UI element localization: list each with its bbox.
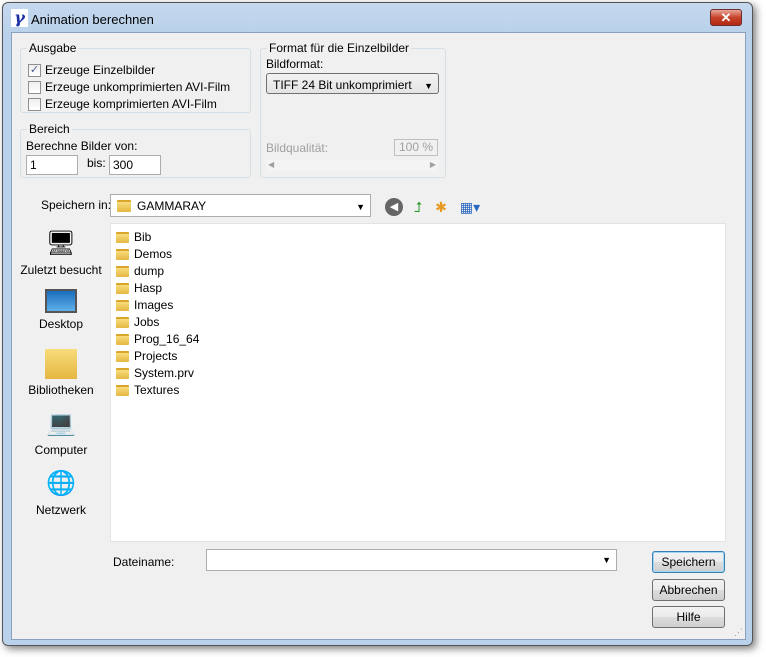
- format-group: Format für die Einzelbilder Bildformat: …: [260, 41, 446, 178]
- folder-icon: [116, 367, 129, 379]
- list-item[interactable]: Prog_16_64: [116, 332, 199, 346]
- file-name: Hasp: [134, 281, 163, 295]
- cancel-button[interactable]: Abbrechen: [652, 579, 725, 601]
- ausgabe-legend: Ausgabe: [29, 41, 77, 55]
- place-label: Zuletzt besucht: [20, 263, 102, 277]
- bildformat-value: TIFF 24 Bit unkomprimiert: [273, 78, 412, 92]
- folder-icon: [116, 299, 129, 311]
- computer-icon: 💻: [46, 410, 76, 437]
- file-name: System.prv: [134, 366, 195, 380]
- folder-icon: [116, 384, 129, 396]
- list-item[interactable]: Bib: [116, 230, 151, 244]
- checkbox-label: Erzeuge komprimierten AVI-Film: [45, 97, 217, 111]
- quality-label: Bildqualität:: [266, 141, 329, 155]
- folder-icon: [116, 282, 129, 294]
- bildformat-label: Bildformat:: [266, 57, 324, 71]
- folder-icon: [117, 200, 131, 212]
- checkbox-avi-uncompressed[interactable]: Erzeuge unkomprimierten AVI-Film: [28, 80, 230, 94]
- checkbox-label: Erzeuge Einzelbilder: [45, 63, 156, 77]
- checkbox-box[interactable]: [28, 80, 41, 94]
- list-item[interactable]: dump: [116, 264, 164, 278]
- checkbox-einzelbilder[interactable]: ✓ Erzeuge Einzelbilder: [28, 63, 155, 77]
- place-label: Computer: [34, 443, 88, 457]
- up-folder-icon[interactable]: ⮥: [409, 198, 427, 216]
- filename-label: Dateiname:: [113, 555, 175, 569]
- window-title: Animation berechnen: [31, 12, 154, 27]
- chevron-down-icon: ▼: [356, 202, 365, 212]
- list-item[interactable]: Jobs: [116, 315, 159, 329]
- place-label: Netzwerk: [35, 503, 86, 517]
- folder-icon: [116, 350, 129, 362]
- network-icon: 🌐: [46, 470, 76, 497]
- range-to-label: bis:: [87, 156, 106, 170]
- file-name: Textures: [134, 383, 180, 397]
- app-logo-icon: γ: [11, 9, 28, 27]
- view-menu-icon[interactable]: ▦▾: [457, 198, 483, 216]
- place-label: Bibliotheken: [28, 383, 94, 397]
- dialog-window: γ Animation berechnen ✕ Ausgabe ✓ Erzeuge…: [2, 2, 753, 646]
- close-button[interactable]: ✕: [710, 9, 742, 26]
- range-to-input[interactable]: [109, 155, 161, 175]
- list-item[interactable]: System.prv: [116, 366, 194, 380]
- help-button[interactable]: Hilfe: [652, 606, 725, 628]
- folder-icon: [116, 231, 129, 243]
- resize-grip-icon[interactable]: ⋰: [734, 627, 743, 638]
- list-item[interactable]: Demos: [116, 247, 172, 261]
- folder-icon: [116, 333, 129, 345]
- back-icon[interactable]: ◀: [385, 198, 403, 216]
- bildformat-select[interactable]: TIFF 24 Bit unkomprimiert ▼: [266, 73, 439, 94]
- desktop-icon: [45, 289, 77, 313]
- checkbox-avi-compressed[interactable]: Erzeuge komprimierten AVI-Film: [28, 97, 217, 111]
- place-recent[interactable]: 🖥 Zuletzt besucht: [16, 229, 106, 277]
- save-in-value: GAMMARAY: [137, 199, 207, 213]
- new-folder-icon[interactable]: ✱: [432, 198, 450, 216]
- file-list[interactable]: Bib Demos dump Hasp Images Jobs Prog_16_…: [110, 223, 726, 542]
- file-name: Bib: [134, 230, 152, 244]
- file-name: dump: [134, 264, 165, 278]
- list-item[interactable]: Images: [116, 298, 173, 312]
- quality-value: 100 %: [394, 139, 438, 156]
- save-button[interactable]: Speichern: [652, 551, 725, 573]
- checkbox-label: Erzeuge unkomprimierten AVI-Film: [45, 80, 231, 94]
- bereich-group: Bereich Berechne Bilder von: bis:: [20, 122, 251, 178]
- place-desktop[interactable]: Desktop: [16, 289, 106, 331]
- folder-icon: [116, 316, 129, 328]
- list-item[interactable]: Projects: [116, 349, 177, 363]
- format-legend: Format für die Einzelbilder: [269, 41, 410, 55]
- file-name: Prog_16_64: [134, 332, 200, 346]
- checkbox-box[interactable]: ✓: [28, 63, 41, 77]
- file-name: Projects: [134, 349, 178, 363]
- file-name: Images: [134, 298, 174, 312]
- folder-icon: [116, 265, 129, 277]
- file-name: Jobs: [134, 315, 160, 329]
- libraries-icon: [45, 349, 77, 379]
- dialog-body: Ausgabe ✓ Erzeuge Einzelbilder Erzeuge un…: [11, 32, 746, 640]
- folder-icon: [116, 248, 129, 260]
- recent-icon: 🖥: [45, 230, 77, 257]
- range-label: Berechne Bilder von:: [26, 139, 138, 153]
- save-in-select[interactable]: GAMMARAY ▼: [110, 194, 371, 217]
- range-from-input[interactable]: [26, 155, 78, 175]
- chevron-down-icon: ▼: [424, 81, 433, 91]
- filename-input[interactable]: ▼: [206, 549, 617, 571]
- place-libraries[interactable]: Bibliotheken: [16, 349, 106, 397]
- chevron-down-icon[interactable]: ▼: [602, 555, 611, 565]
- file-name: Demos: [134, 247, 173, 261]
- quality-slider[interactable]: ◀ ▶: [266, 160, 438, 171]
- place-computer[interactable]: 💻 Computer: [16, 409, 106, 457]
- bereich-legend: Bereich: [29, 122, 70, 136]
- place-label: Desktop: [38, 317, 84, 331]
- checkbox-box[interactable]: [28, 97, 41, 111]
- place-network[interactable]: 🌐 Netzwerk: [16, 469, 106, 517]
- list-item[interactable]: Textures: [116, 383, 179, 397]
- list-item[interactable]: Hasp: [116, 281, 162, 295]
- ausgabe-group: Ausgabe ✓ Erzeuge Einzelbilder Erzeuge un…: [20, 41, 251, 113]
- save-in-label: Speichern in:: [41, 198, 112, 212]
